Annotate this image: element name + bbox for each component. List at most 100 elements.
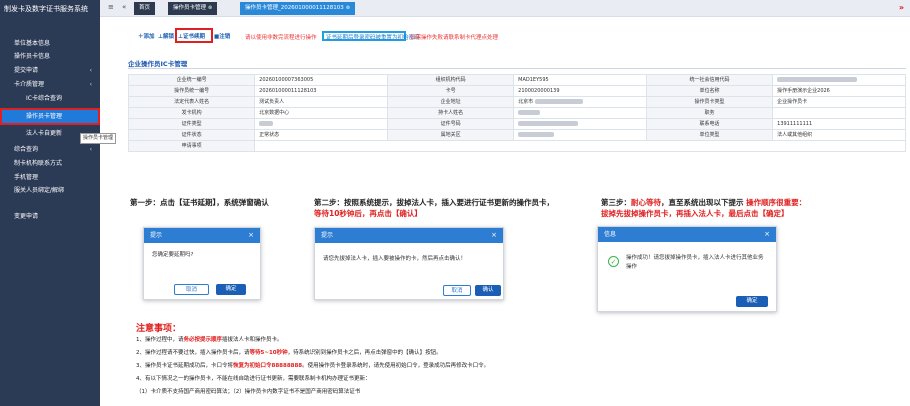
button-label: 解锁 (163, 34, 175, 40)
table-value: 企业操作员卡 (772, 96, 906, 108)
table-value: 20260100007363005 (254, 74, 388, 86)
redacted-value (534, 99, 583, 104)
dialog-title: 提示 (321, 232, 334, 239)
cancel-card-button[interactable]: ■注销 (214, 32, 230, 43)
redacted-value (518, 110, 541, 115)
tab-label: 操作员卡管理 (173, 5, 207, 11)
sidebar-item-label: 操作员卡信息 (14, 53, 51, 60)
table-label: 证件状态 (127, 129, 256, 141)
table-value (772, 74, 906, 86)
step-3-part: 第三步： (601, 198, 631, 207)
cancel-button[interactable]: 取消 (174, 284, 209, 295)
table-label: 组织机构代码 (386, 74, 515, 86)
table-label: 申请事项 (127, 140, 256, 152)
note-1: 1、操作过程中，请务必按提示顺序插拔法人卡和操作员卡。 (136, 336, 283, 344)
menu-icon[interactable]: ≡ (108, 3, 114, 11)
sidebar-item-label: 法人卡自更新 (26, 130, 63, 137)
notice-text: 如需操作失败请联系制卡代理点处理 (410, 35, 499, 41)
sidebar-item-label: 单位基本信息 (14, 40, 51, 47)
table-value: 法人或其他组织 (772, 129, 906, 141)
dialog-message: 您确定要延期吗? (152, 252, 194, 258)
sidebar-item-company-info[interactable]: 单位基本信息 (0, 37, 100, 50)
step-3-highlight: 耐心等待 (631, 198, 661, 207)
dialog-header: 信息 × (598, 227, 776, 242)
table-row: 操作员统一编号 202601000011128103 卡号 2100020000… (127, 85, 906, 97)
close-icon[interactable]: × (764, 227, 770, 242)
sidebar-item-label: 制卡机构联系方式 (14, 160, 63, 167)
sidebar-item-bind[interactable]: 服关人员绑定/解绑 (0, 184, 100, 197)
sidebar-item-label: 操作员卡管理 (26, 113, 63, 120)
dialog-title: 提示 (150, 232, 163, 239)
tab-operator-card-detail[interactable]: 操作员卡管理_202601000011128103 ⊗ (240, 2, 355, 15)
table-value: 202601000011128103 (254, 85, 388, 97)
tab-label: 首页 (139, 5, 151, 11)
unlock-button[interactable]: ⊥解锁 (158, 32, 174, 43)
sidebar-item-label: 手机管理 (14, 174, 39, 181)
sidebar-item-label: 综合查询 (14, 146, 39, 153)
table-value (513, 107, 647, 119)
note-3: 3、操作员卡证书延期成功后，卡口令将恢复为初始口令88888888。使用操作员卡… (136, 362, 489, 370)
info-table: 企业统一编号 20260100007363005 组织机构代码 MAD1EY59… (127, 74, 906, 152)
close-icon[interactable]: × (491, 228, 497, 243)
step-2-highlight: 等待10秒钟后，再点击【确认】 (314, 209, 422, 218)
redacted-value (518, 121, 579, 126)
note-4: 4、有以下情况之一的操作员卡，不能在线自助进行证书更新，需要联系制卡机构办理证书… (136, 376, 371, 382)
table-label: 操作员卡类型 (645, 96, 774, 108)
note-2: 2、操作过程请不要过快，插入操作员卡后，请等待5~10秒钟，待系统识别到操作员卡… (136, 349, 442, 357)
table-label: 联系电话 (645, 118, 774, 130)
table-label: 职务 (645, 107, 774, 119)
chevron-left-icon: ‹ (89, 67, 92, 74)
table-label: 法定代表人姓名 (127, 96, 256, 108)
tab-home[interactable]: 首页 (134, 2, 156, 15)
notice-text: 请以使用非数完流程进行操作 (245, 35, 317, 41)
app-title: 制发卡及数字证书服务系统 (4, 5, 88, 13)
sidebar-item-operator-card-manage[interactable]: 操作员卡管理 (0, 108, 100, 125)
table-label: 发卡机构 (127, 107, 256, 119)
chevron-left-icon: ‹ (89, 81, 92, 88)
sidebar-item-query[interactable]: 综合查询 ‹ (0, 143, 100, 156)
redacted-value (259, 121, 274, 126)
double-chevron-right-icon[interactable]: » (899, 3, 904, 12)
table-value (772, 107, 906, 119)
sidebar: 制发卡及数字证书服务系统 单位基本信息 操作员卡信息 提交申请 ‹ 卡介质管理 ‹ … (0, 0, 100, 406)
ok-button[interactable]: 确定 (216, 284, 246, 295)
table-value (254, 140, 906, 152)
ok-button[interactable]: 确定 (736, 296, 768, 307)
sidebar-item-phone[interactable]: 手机管理 (0, 171, 100, 184)
close-icon[interactable]: ⊗ (346, 5, 350, 11)
notice-text: 证书延期后登录密码被重置为初始密码 (326, 35, 420, 41)
dialog-header: 提示 × (315, 228, 503, 243)
step-2-text: 第二步：按照系统提示，拔掉法人卡，插入要进行证书更新的操作员卡， 等待10秒钟后… (314, 197, 599, 219)
sidebar-item-submit-application[interactable]: 提交申请 ‹ (0, 64, 100, 77)
table-row: 企业统一编号 20260100007363005 组织机构代码 MAD1EY59… (127, 74, 906, 86)
close-icon[interactable]: ⊗ (208, 5, 212, 11)
sidebar-item-change[interactable]: 变更申请 (0, 210, 100, 223)
sidebar-item-ic-card-query[interactable]: IC卡综合查询 (0, 92, 100, 105)
chevron-left-icon: ‹ (89, 146, 92, 153)
confirm-button[interactable]: 确认 (475, 285, 501, 296)
table-value-text: 北京市 (518, 99, 534, 105)
table-value: 2100020000139 (513, 85, 647, 97)
sidebar-item-label: 提交申请 (14, 67, 39, 74)
step-3-highlight: 操作顺序很重要： (746, 198, 807, 207)
tab-label: 操作员卡管理_202601000011128103 (245, 5, 344, 11)
insert-card-dialog: 提示 × 请您先拔掉法人卡，插入要被操作的卡，然后再点击确认！ 取消 确认 (314, 227, 504, 300)
check-circle-icon: ✓ (608, 256, 619, 267)
sidebar-item-card-media[interactable]: 卡介质管理 ‹ (0, 78, 100, 91)
button-label: 添加 (143, 34, 155, 40)
table-row: 法定代表人姓名 测试负责人 企业地址 北京市 操作员卡类型 企业操作员卡 (127, 96, 906, 108)
note-text: 3、操作员卡证书延期成功后，卡口令将 (136, 363, 234, 369)
note-text: 1、操作过程中，请 (136, 337, 184, 343)
cancel-button[interactable]: 取消 (443, 285, 471, 296)
highlight-box (175, 28, 213, 43)
step-3-highlight: 拔掉先拔掉操作员卡，再插入法人卡，最后点击【确定】 (601, 209, 789, 218)
back-icon[interactable]: « (122, 3, 126, 11)
sidebar-item-operator-card-info[interactable]: 操作员卡信息 (0, 50, 100, 63)
dialog-title: 信息 (604, 231, 617, 238)
add-button[interactable]: ＋添加 (138, 32, 155, 43)
close-icon[interactable]: × (248, 228, 254, 243)
sidebar-item-contact[interactable]: 制卡机构联系方式 (0, 157, 100, 170)
dialog-message: 请您先拔掉法人卡，插入要被操作的卡，然后再点击确认！ (323, 256, 467, 262)
tab-operator-card[interactable]: 操作员卡管理 ⊗ (168, 2, 218, 15)
table-label: 企业统一编号 (127, 74, 256, 86)
